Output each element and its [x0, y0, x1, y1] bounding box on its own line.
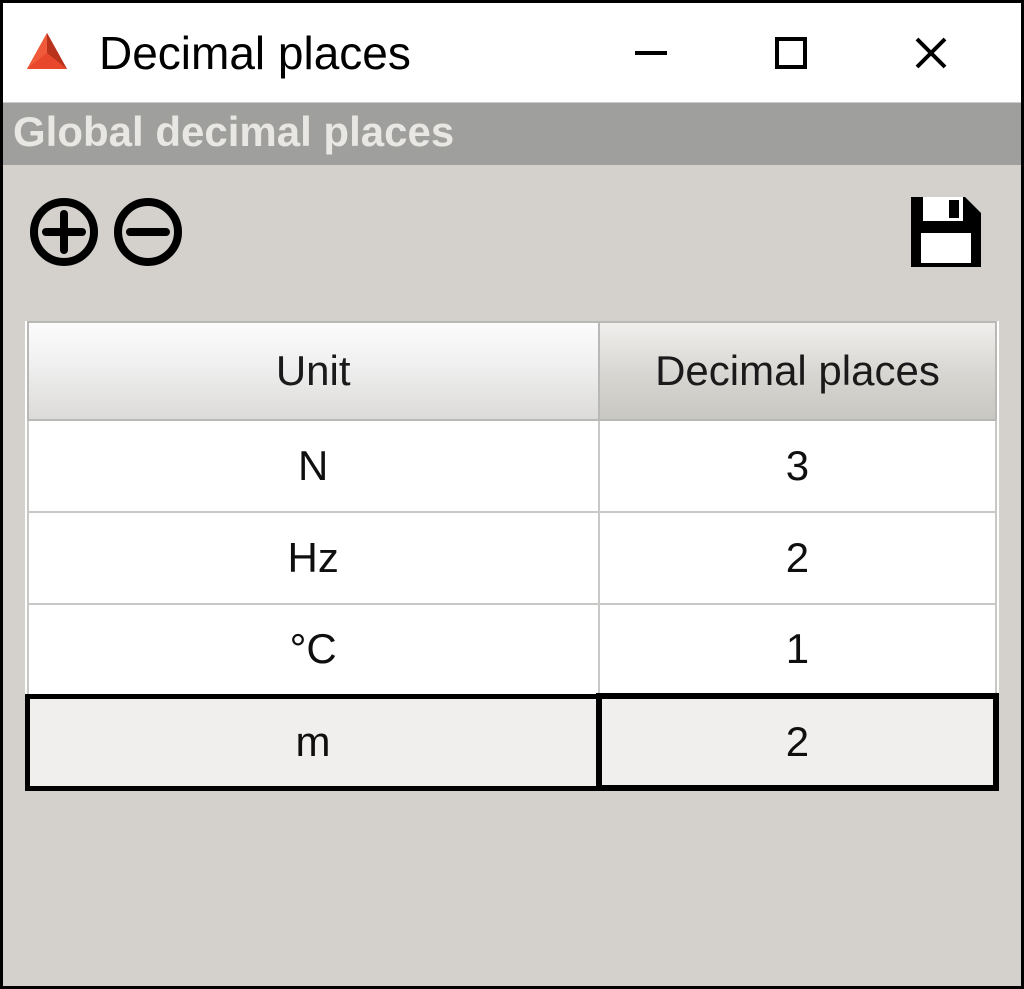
table-container: Unit Decimal places N 3 Hz 2 °C 1	[3, 287, 1021, 791]
close-button[interactable]	[861, 3, 1001, 102]
remove-button[interactable]	[109, 193, 187, 271]
table-row[interactable]: °C 1	[28, 604, 997, 696]
table-row[interactable]: m 2	[28, 696, 997, 788]
table-row[interactable]: N 3	[28, 420, 997, 512]
cell-unit[interactable]: m	[28, 696, 599, 788]
cell-decimals[interactable]: 3	[599, 420, 996, 512]
table-header-row: Unit Decimal places	[28, 322, 997, 420]
add-button[interactable]	[25, 193, 103, 271]
save-button[interactable]	[901, 187, 991, 277]
toolbar	[3, 165, 1021, 287]
titlebar: Decimal places	[3, 3, 1021, 103]
cell-unit[interactable]: N	[28, 420, 599, 512]
table-row[interactable]: Hz 2	[28, 512, 997, 604]
cell-decimals[interactable]: 1	[599, 604, 996, 696]
column-header-unit[interactable]: Unit	[28, 322, 599, 420]
cell-decimals[interactable]: 2	[599, 696, 996, 788]
cell-unit[interactable]: Hz	[28, 512, 599, 604]
cell-decimals[interactable]: 2	[599, 512, 996, 604]
cell-unit[interactable]: °C	[28, 604, 599, 696]
app-logo-icon	[23, 29, 71, 77]
window: Decimal places Global decimal places	[0, 0, 1024, 989]
column-header-decimals[interactable]: Decimal places	[599, 322, 996, 420]
window-title: Decimal places	[99, 26, 581, 80]
panel-header: Global decimal places	[3, 103, 1021, 165]
maximize-button[interactable]	[721, 3, 861, 102]
window-controls	[581, 3, 1001, 102]
minimize-button[interactable]	[581, 3, 721, 102]
decimal-places-table: Unit Decimal places N 3 Hz 2 °C 1	[25, 321, 999, 791]
